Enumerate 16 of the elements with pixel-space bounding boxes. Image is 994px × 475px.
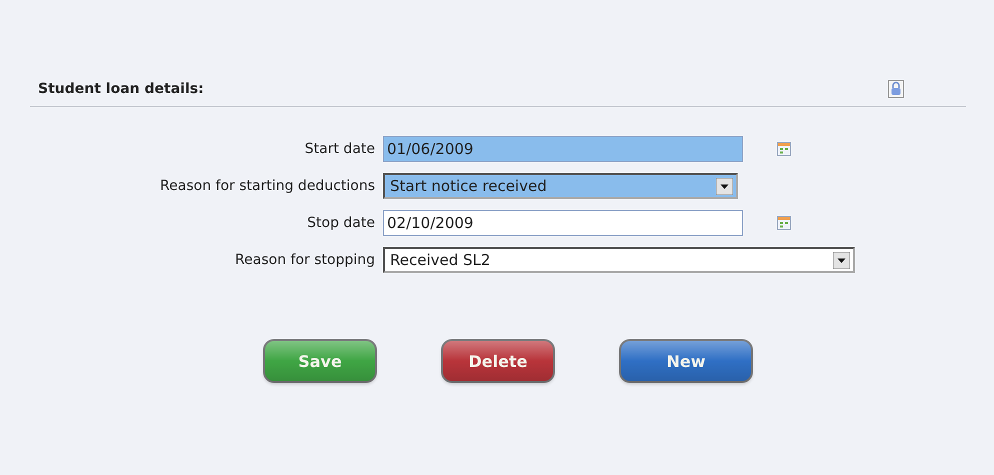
lock-icon[interactable] [888,80,904,98]
dropdown[interactable]: Received SL2 [383,247,855,273]
calendar-icon[interactable] [777,216,791,230]
date-field[interactable]: 01/06/2009 [383,136,743,162]
dropdown-arrow-icon[interactable] [833,252,850,268]
field-label: Stop date [306,215,375,231]
action-button[interactable]: New [621,341,751,381]
field-label: Reason for starting deductions [159,178,375,194]
dropdown-arrow-icon[interactable] [716,178,733,194]
calendar-icon[interactable] [777,142,791,156]
date-field[interactable]: 02/10/2009 [383,210,743,236]
field-label: Reason for stopping [234,252,375,268]
field-label: Start date [304,141,375,157]
panel-title: Student loan details: [38,81,204,97]
dropdown[interactable]: Start notice received [383,173,738,199]
action-button[interactable]: Delete [443,341,553,381]
